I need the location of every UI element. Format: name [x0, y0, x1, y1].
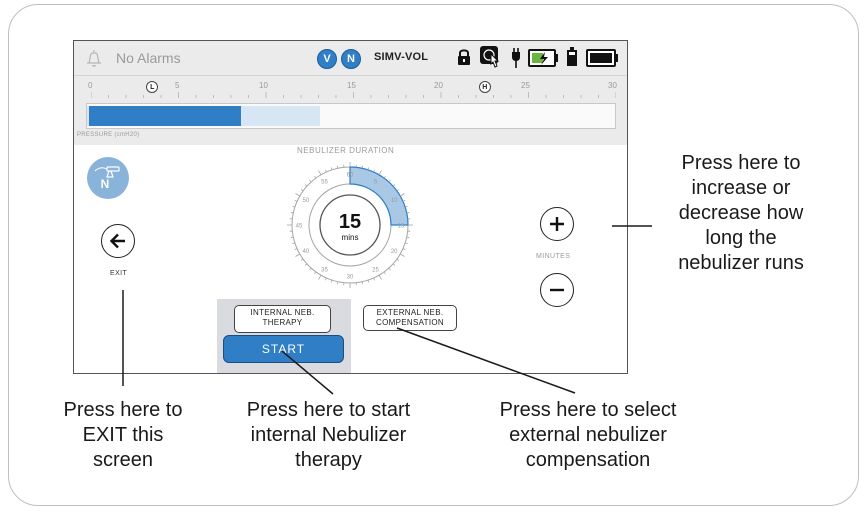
callout-line: nebulizer runs [678, 252, 804, 274]
external-callout: Press here to select external nebulizer … [466, 398, 710, 473]
callout-line: increase or [691, 177, 791, 199]
exit-callout: Press here to EXIT this screen [47, 398, 199, 473]
start-callout-line [281, 350, 334, 395]
start-callout: Press here to start internal Nebulizer t… [221, 398, 436, 473]
callout-line: external nebulizer [509, 424, 667, 446]
callout-line: screen [92, 449, 154, 471]
callout-line: EXIT this [82, 424, 164, 446]
callout-line: Press here to [681, 152, 801, 174]
minutes-callout: Press here to increase or decrease how l… [651, 151, 831, 276]
callout-line: Press here to [63, 399, 183, 421]
callout-line: compensation [525, 449, 651, 471]
callout-line: decrease how [678, 202, 804, 224]
callout-line: therapy [295, 449, 362, 471]
callout-line: Press here to select [499, 399, 677, 421]
callout-line: Press here to start [246, 399, 411, 421]
external-callout-line [396, 327, 576, 394]
callout-line: long the [705, 227, 777, 249]
callout-line: internal Nebulizer [250, 424, 407, 446]
